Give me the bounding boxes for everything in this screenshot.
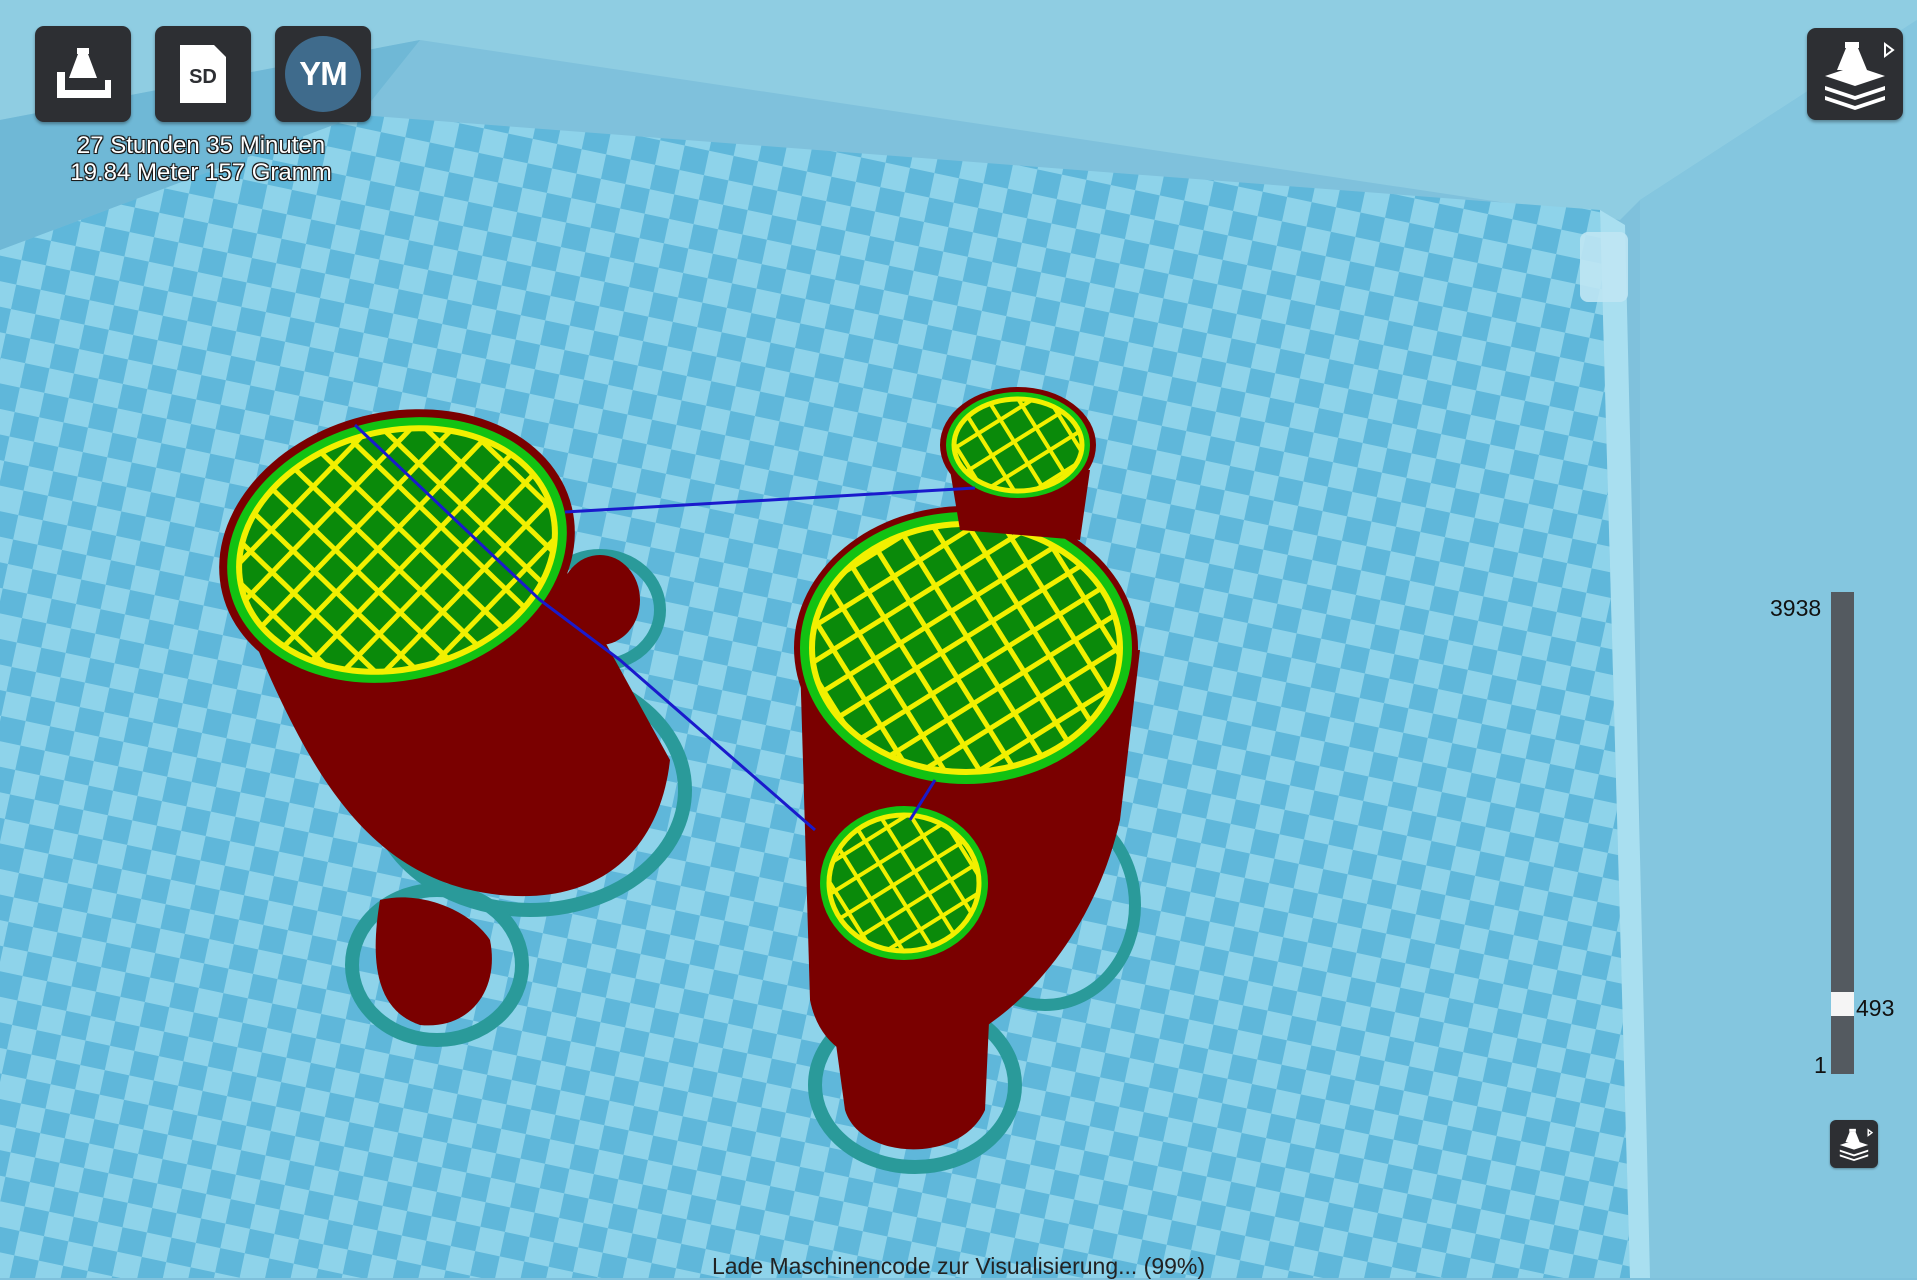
layer-min-label: 1 — [1814, 1052, 1827, 1078]
account-button[interactable]: YM — [275, 26, 371, 122]
model-wall — [560, 555, 640, 645]
sd-card-icon: SD — [180, 45, 226, 103]
status-message: Lade Maschinencode zur Visualisierung...… — [711, 1253, 1206, 1279]
save-to-sd-button[interactable]: SD — [155, 26, 251, 122]
right-wall — [1640, 20, 1917, 1278]
layer-current-label: 493 — [1856, 995, 1895, 1021]
svg-text:SD: SD — [189, 66, 217, 88]
printer-load-icon — [57, 48, 111, 98]
view-mode-button[interactable] — [1807, 28, 1903, 120]
load-model-button[interactable] — [35, 26, 131, 122]
avatar: YM — [285, 36, 361, 112]
print-estimate: 27 Stunden 35 Minuten 19.84 Meter 157 Gr… — [40, 132, 362, 186]
model-top-infill — [826, 812, 982, 954]
layer-max-label: 3938 — [1770, 595, 1822, 621]
print-time: 27 Stunden 35 Minuten — [76, 132, 326, 159]
printer-layers-icon — [1825, 42, 1895, 110]
gcode-viewport[interactable] — [0, 0, 1917, 1278]
model-top-infill — [951, 396, 1085, 494]
printer-layers-icon — [1839, 1128, 1873, 1162]
layer-view-toggle-button[interactable] — [1830, 1120, 1878, 1168]
model-top-infill — [809, 521, 1123, 775]
layer-slider-handle[interactable] — [1831, 992, 1854, 1016]
plate-corner-marker — [1580, 232, 1628, 302]
print-material: 19.84 Meter 157 Gramm — [70, 159, 332, 186]
